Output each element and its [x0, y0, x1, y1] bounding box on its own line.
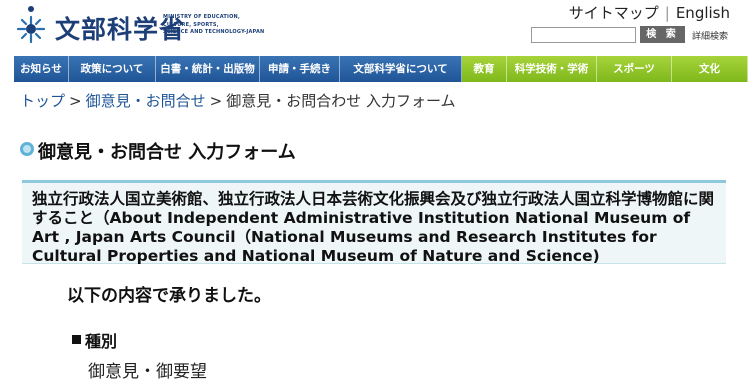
nav-item-science[interactable]: 科学技術・学術: [507, 56, 597, 82]
square-bullet-icon: [72, 334, 81, 344]
field-label: 種別: [85, 332, 118, 351]
breadcrumb: トップ > 御意見・お問合せ > 御意見・お問合わせ 入力フォーム: [20, 90, 456, 111]
nav-item-education[interactable]: 教育: [462, 56, 507, 82]
utility-links: サイトマップ | English: [569, 2, 730, 23]
breadcrumb-separator: >: [69, 92, 82, 110]
nav-item-about[interactable]: 文部科学省について: [340, 56, 462, 82]
breadcrumb-link-top[interactable]: トップ: [20, 92, 65, 110]
field-value: 御意見・御要望: [88, 362, 207, 382]
sitemap-link[interactable]: サイトマップ: [569, 4, 659, 22]
received-message: 以下の内容で承りました。: [67, 286, 271, 306]
page-title: 御意見・お問合せ 入力フォーム: [38, 142, 296, 163]
breadcrumb-separator: >: [209, 92, 223, 110]
nav-item-applications[interactable]: 申請・手続き: [260, 56, 340, 82]
breadcrumb-link-inquiry[interactable]: 御意見・お問合せ: [86, 92, 206, 110]
site-header: 文部科学省 MINISTRY OF EDUCATION, CULTURE, SP…: [0, 0, 748, 54]
nav-item-culture[interactable]: 文化: [672, 56, 748, 82]
advanced-search-link[interactable]: 詳細検索: [692, 29, 728, 42]
nav-item-sports[interactable]: スポーツ: [597, 56, 672, 82]
ministry-logo-icon[interactable]: [13, 5, 49, 45]
english-link[interactable]: English: [676, 4, 730, 22]
logo-english-text: MINISTRY OF EDUCATION, CULTURE, SPORTS, …: [163, 14, 265, 35]
nav-item-policy[interactable]: 政策について: [69, 56, 156, 82]
global-nav: お知らせ 政策について 白書・統計・出版物 申請・手続き 文部科学省について 教…: [14, 56, 748, 82]
breadcrumb-current: 御意見・お問合わせ 入力フォーム: [226, 92, 456, 110]
utility-separator: |: [664, 4, 670, 22]
search-input[interactable]: [531, 27, 636, 43]
nav-item-news[interactable]: お知らせ: [14, 56, 69, 82]
search-button[interactable]: 検 索: [640, 26, 685, 43]
category-box: 独立行政法人国立美術館、独立行政法人日本芸術文化振興会及び独立行政法人国立科学博…: [22, 180, 726, 265]
page-title-row: 御意見・お問合せ 入力フォーム: [20, 138, 296, 164]
nav-item-publications[interactable]: 白書・統計・出版物: [156, 56, 260, 82]
category-text: 独立行政法人国立美術館、独立行政法人日本芸術文化振興会及び独立行政法人国立科学博…: [32, 190, 715, 265]
field-label-row: 種別: [72, 328, 117, 352]
circle-bullet-icon: [20, 142, 34, 156]
